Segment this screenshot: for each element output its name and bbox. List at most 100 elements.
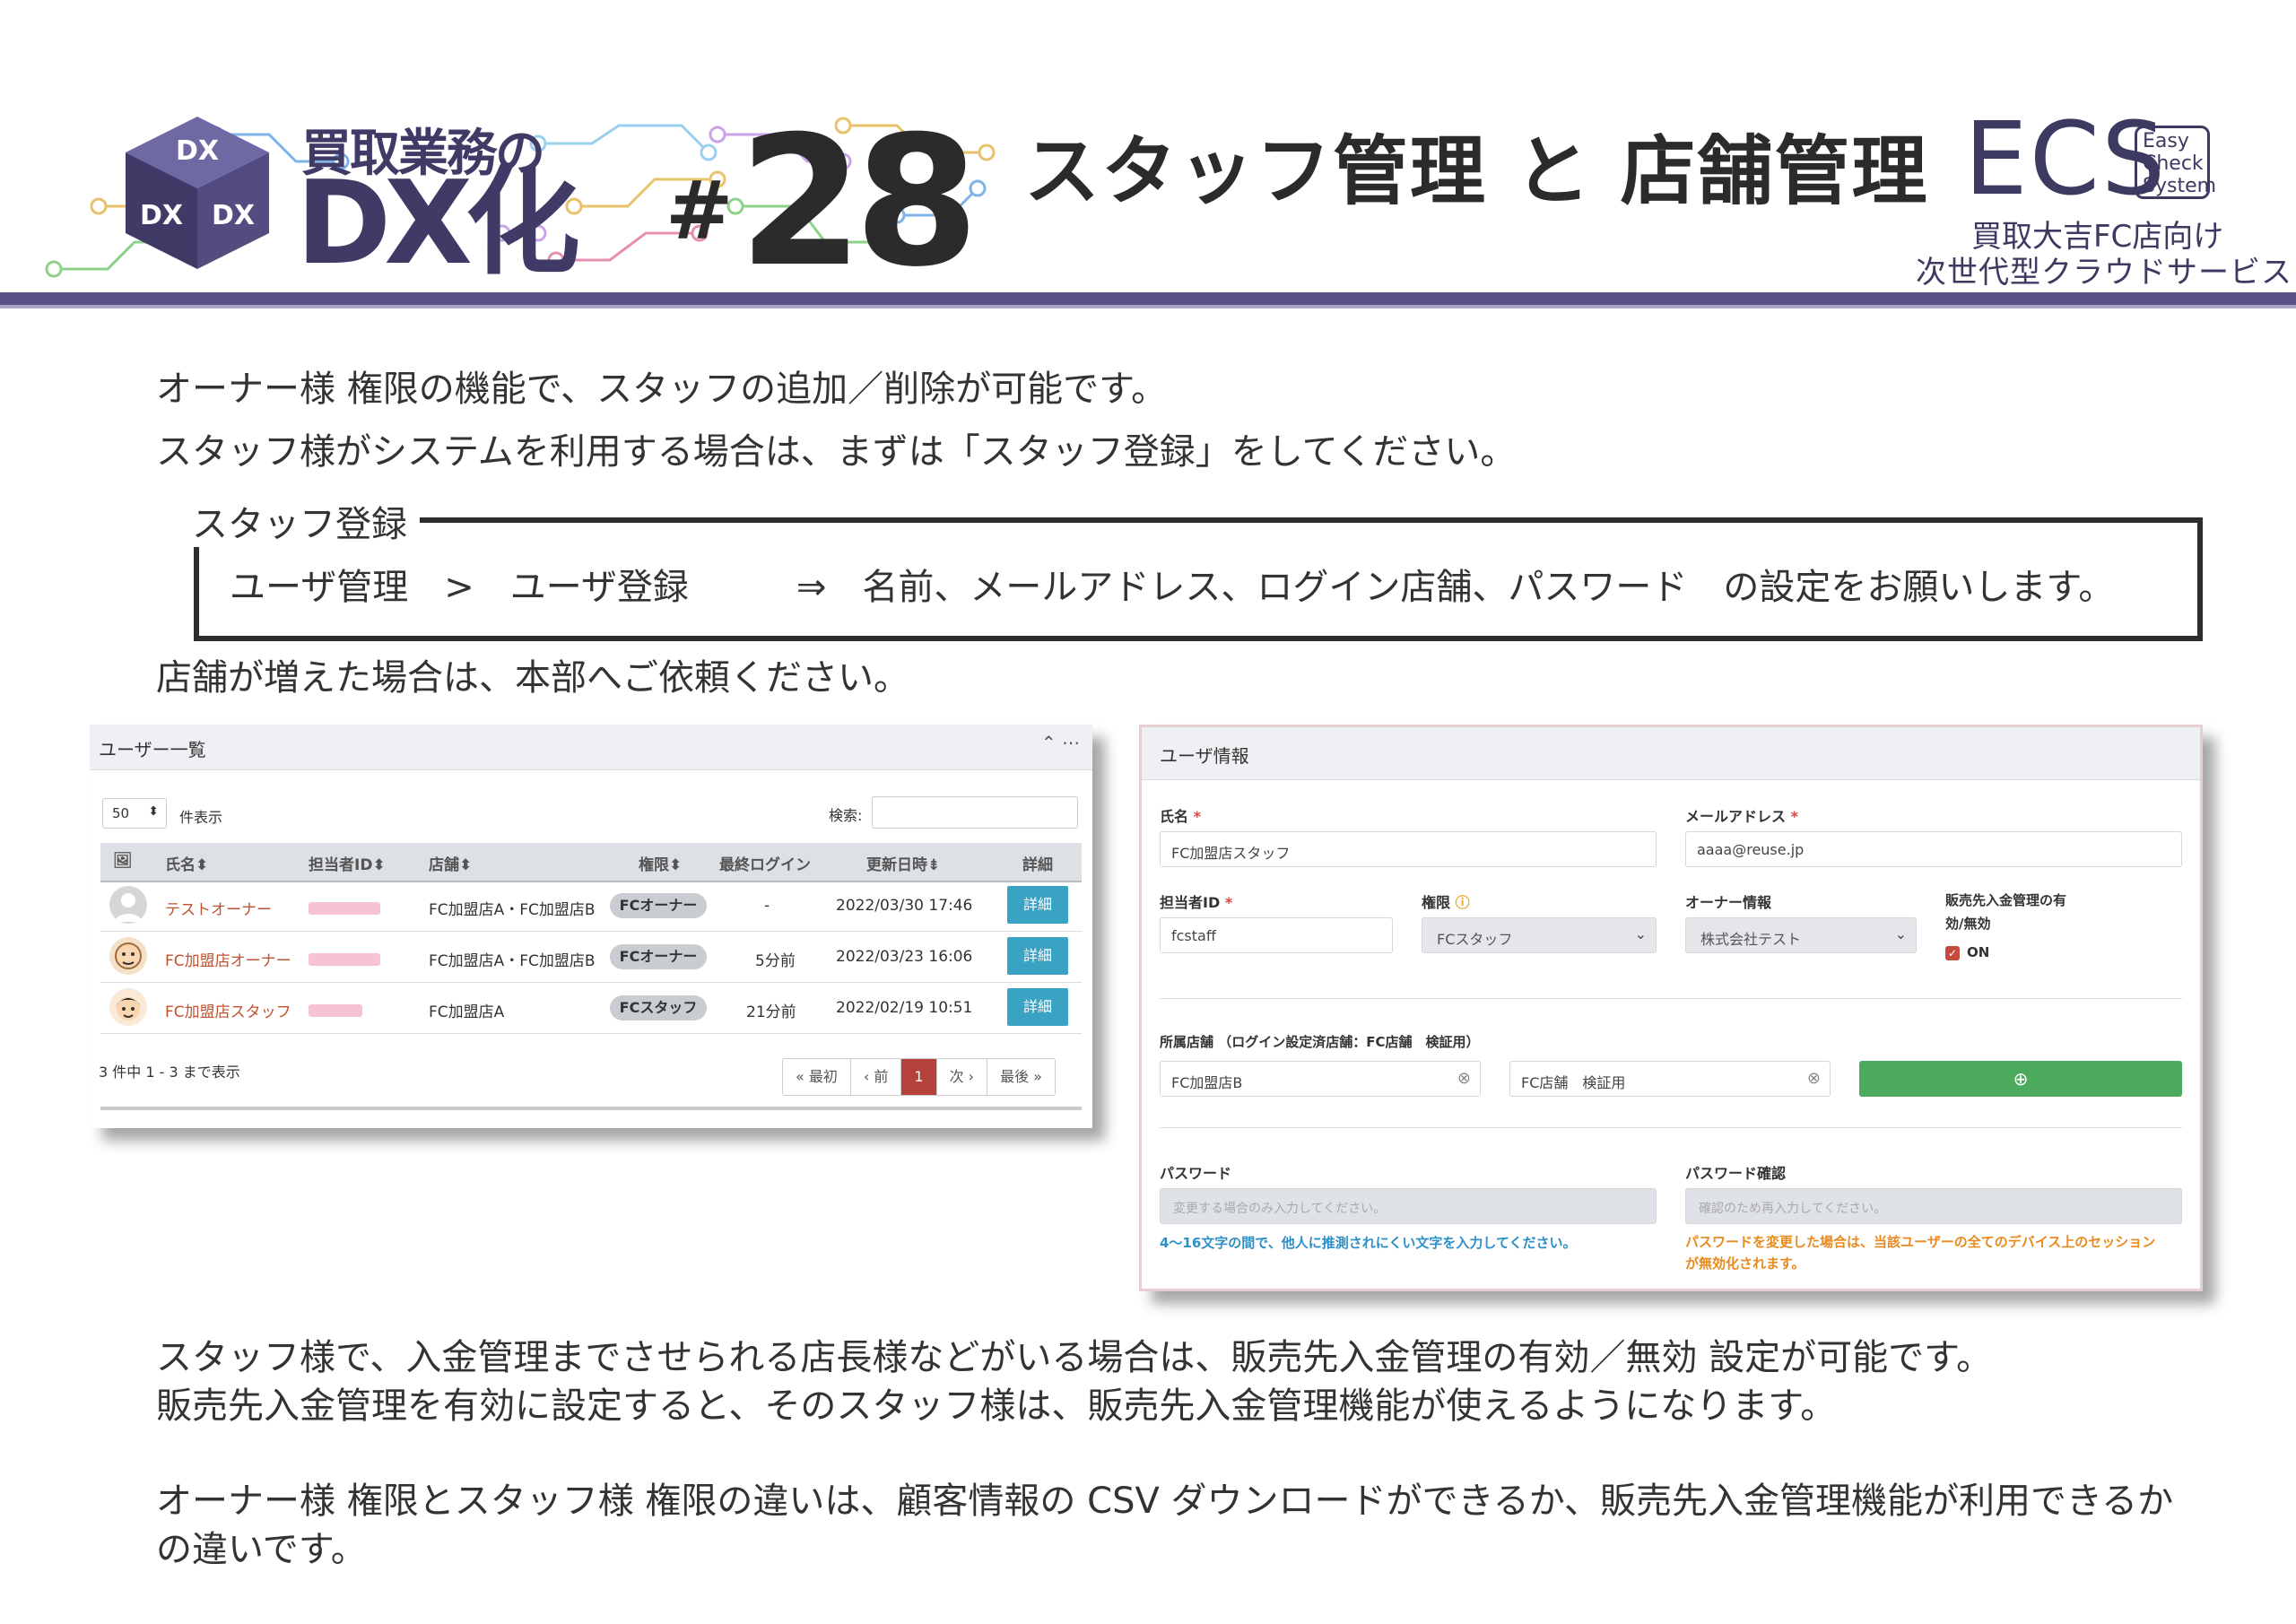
col-name[interactable]: 氏名⬍	[165, 852, 208, 874]
user-info-title: ユーザ情報	[1160, 745, 1249, 767]
user-name-link[interactable]: FC加盟店スタッフ	[165, 999, 291, 1021]
clear-icon: ⊗	[1806, 1069, 1821, 1088]
col-role[interactable]: 権限⬍	[639, 852, 682, 874]
role-badge: FCオーナー	[610, 893, 707, 918]
cube-face-left: DX	[140, 200, 183, 231]
user-store: FC加盟店A	[429, 1003, 505, 1021]
staff-id-input[interactable]: fcstaff	[1160, 917, 1393, 953]
user-name-link[interactable]: FC加盟店オーナー	[165, 948, 291, 970]
per-page-suffix: 件表示	[179, 809, 223, 826]
table-row: FC加盟店スタッフ FC加盟店A FCスタッフ 21分前 2022/02/19 …	[100, 983, 1082, 1034]
pager-next[interactable]: 次 ›	[937, 1059, 988, 1095]
role-label: 権限 ⓘ	[1422, 894, 1470, 911]
series-title-big: DX化	[296, 157, 580, 291]
password-confirm-hint-2: が無効化されます。	[1685, 1255, 1805, 1272]
password-confirm-input[interactable]: 確認のため再入力してください。	[1685, 1188, 2182, 1224]
last-login: 21分前	[746, 1003, 796, 1021]
divider	[1160, 998, 2182, 999]
email-label: メールアドレス *	[1685, 808, 1798, 825]
store-1-select[interactable]: FC加盟店B ⊗	[1160, 1061, 1481, 1097]
owner-label: オーナー情報	[1685, 894, 1772, 911]
user-store: FC加盟店A・FC加盟店B	[429, 952, 596, 970]
ecs-badge-line3: System	[2143, 175, 2217, 197]
note-line-3: オーナー様 権限とスタッフ様 権限の違いは、顧客情報の CSV ダウンロードがで…	[156, 1481, 2174, 1522]
ecs-badge-line1: Easy	[2143, 130, 2189, 152]
user-name-link[interactable]: テストオーナー	[165, 897, 272, 919]
col-updated[interactable]: 更新日時⇟	[866, 852, 940, 874]
payment-mgmt-checkbox[interactable]: ✓	[1945, 946, 1960, 960]
col-last-login[interactable]: 最終ログイン	[719, 852, 811, 874]
user-list-header: ユーザー一覧 ⌃ ⋯	[90, 725, 1092, 770]
detail-button[interactable]: 詳細	[1007, 886, 1068, 924]
staff-id-label: 担当者ID *	[1160, 894, 1233, 911]
payment-mgmt-value: ON	[1967, 944, 1990, 960]
search-input[interactable]	[872, 796, 1078, 829]
add-store-button[interactable]: ⊕	[1859, 1061, 2182, 1097]
header-rule-light	[0, 305, 2296, 308]
store-note: 店舗が増えた場合は、本部へご依頼ください。	[156, 657, 909, 699]
select-arrow-icon: ⬍	[148, 804, 159, 819]
per-page-value: 50	[112, 805, 130, 821]
updated-at: 2022/02/19 10:51	[836, 999, 973, 1017]
store-label: 所属店舗 （ログイン設定済店舗：FC店舗 検証用）	[1160, 1034, 1480, 1050]
table-header: 🖼 氏名⬍ 担当者ID⬍ 店舗⬍ 権限⬍ 最終ログイン 更新日時⇟ 詳細	[100, 843, 1082, 882]
ecs-badge: Easy Check System	[2135, 126, 2217, 199]
payment-mgmt-label-1: 販売先入金管理の有	[1945, 892, 2067, 908]
user-store: FC加盟店A・FC加盟店B	[429, 901, 596, 919]
col-staff-id[interactable]: 担当者ID⬍	[309, 852, 386, 874]
last-login: 5分前	[755, 952, 796, 970]
avatar-owner-icon	[109, 937, 147, 975]
pager-first[interactable]: « 最初	[783, 1059, 851, 1095]
ecs-badge-line2: Check	[2143, 152, 2204, 175]
detail-button[interactable]: 詳細	[1007, 988, 1068, 1026]
tagline-2: 次世代型クラウドサービス	[1916, 255, 2292, 291]
header: DX DX DX 買取業務の DX化 #28 スタッフ管理 と 店舗管理 ECS…	[0, 0, 2296, 314]
name-input[interactable]: FC加盟店スタッフ	[1160, 831, 1657, 867]
role-badge: FCオーナー	[610, 944, 707, 969]
pager-last[interactable]: 最後 »	[987, 1059, 1055, 1095]
owner-select[interactable]: 株式会社テスト ⌄	[1685, 917, 1917, 953]
user-list-panel: ユーザー一覧 ⌃ ⋯ 50 ⬍ 件表示 検索: 🖼 氏名⬍ 担当者ID⬍ 店舗⬍…	[90, 725, 1092, 1128]
image-col-icon: 🖼	[113, 852, 133, 870]
panel-footer-rule	[100, 1107, 1082, 1110]
chevron-down-icon: ⌄	[1894, 925, 1907, 942]
pager-prev[interactable]: ‹ 前	[851, 1059, 902, 1095]
payment-mgmt-label-2: 効/無効	[1945, 916, 1991, 932]
email-input[interactable]: aaaa@reuse.jp	[1685, 831, 2182, 867]
user-info-panel: ユーザ情報 氏名 * FC加盟店スタッフ メールアドレス * aaaa@reus…	[1139, 725, 2203, 1291]
staff-register-instructions: ユーザ管理 > ユーザ登録 ⇒ 名前、メールアドレス、ログイン店舗、パスワード …	[230, 567, 2115, 608]
role-badge: FCスタッフ	[610, 995, 707, 1020]
page-title: スタッフ管理 と 店舗管理	[1024, 127, 1929, 215]
col-store[interactable]: 店舗⬍	[429, 852, 472, 874]
role-select[interactable]: FCスタッフ ⌄	[1422, 917, 1657, 953]
cube-face-right: DX	[212, 200, 255, 231]
clear-icon: ⊗	[1457, 1069, 1471, 1088]
user-list-title: ユーザー一覧	[99, 739, 206, 760]
updated-at: 2022/03/30 17:46	[836, 897, 973, 915]
name-label: 氏名 *	[1160, 808, 1201, 825]
collapse-menu-icon[interactable]: ⌃ ⋯	[1041, 732, 1080, 753]
updated-at: 2022/03/23 16:06	[836, 948, 973, 966]
detail-button[interactable]: 詳細	[1007, 937, 1068, 975]
redacted-staff-id	[309, 953, 380, 966]
note-line-1: スタッフ様で、入金管理までさせられる店長様などがいる場合は、販売先入金管理の有効…	[156, 1337, 1993, 1378]
store-2-select[interactable]: FC店舗 検証用 ⊗	[1509, 1061, 1831, 1097]
search-label: 検索:	[829, 807, 863, 824]
divider	[1160, 1127, 2182, 1128]
password-confirm-label: パスワード確認	[1685, 1165, 1787, 1182]
staff-register-label: スタッフ登録	[192, 495, 420, 547]
last-login: -	[764, 897, 770, 915]
password-confirm-hint-1: パスワードを変更した場合は、当該ユーザーの全てのデバイス上のセッション	[1685, 1234, 2156, 1250]
pagination: « 最初 ‹ 前 1 次 › 最後 »	[782, 1058, 1056, 1096]
issue-number: #28	[665, 113, 979, 292]
user-info-header: ユーザ情報	[1142, 727, 2200, 780]
issue-digits: 28	[738, 98, 978, 307]
note-line-2: 販売先入金管理を有効に設定すると、そのスタッフ様は、販売先入金管理機能が使えるよ…	[156, 1385, 1837, 1427]
password-hint: 4〜16文字の間で、他人に推測されにくい文字を入力してください。	[1160, 1235, 1577, 1251]
password-input[interactable]: 変更する場合のみ入力してください。	[1160, 1188, 1657, 1224]
table-row: FC加盟店オーナー FC加盟店A・FC加盟店B FCオーナー 5分前 2022/…	[100, 932, 1082, 983]
intro-line-1: オーナー様 権限の機能で、スタッフの追加／削除が可能です。	[156, 369, 1168, 410]
pager-page-1[interactable]: 1	[901, 1059, 937, 1095]
per-page-select[interactable]: 50 ⬍	[102, 798, 167, 829]
avatar-staff-icon	[109, 988, 147, 1026]
